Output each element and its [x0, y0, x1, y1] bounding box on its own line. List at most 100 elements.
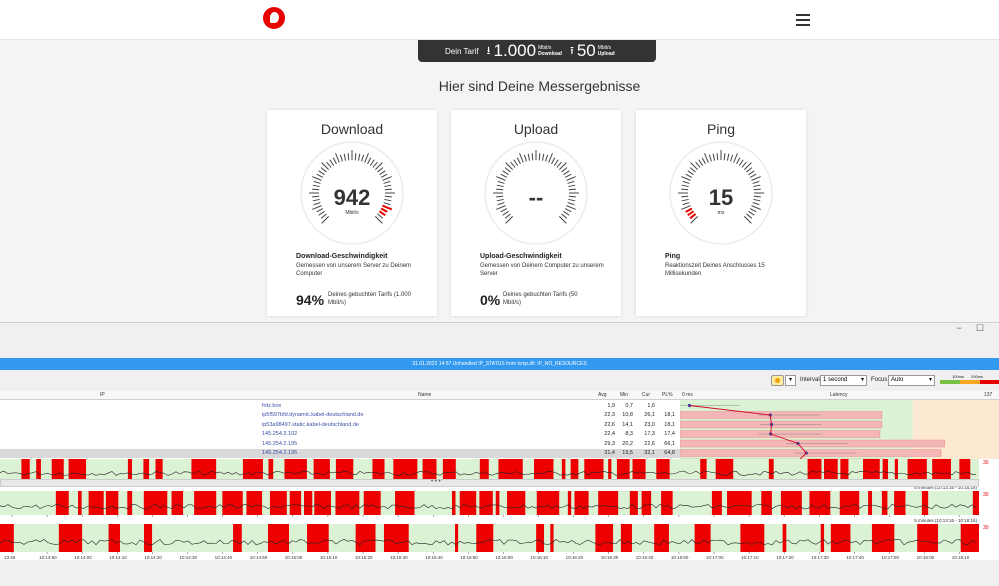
- gauge-tick: [496, 176, 506, 181]
- gauge-tick: [502, 170, 509, 176]
- col-min[interactable]: Min: [620, 392, 628, 398]
- packet-loss-mark: [88, 491, 104, 515]
- interval-select[interactable]: 1 second: [820, 375, 867, 386]
- gauge-tick: [545, 154, 549, 162]
- cell-pl: 64,8: [664, 450, 675, 456]
- tick-label: 10:16:20: [566, 555, 584, 560]
- gauge-tick: [704, 153, 709, 163]
- packet-loss-mark: [476, 524, 494, 552]
- timeline-scale: 30: [979, 525, 999, 553]
- packet-loss-mark: [595, 524, 614, 552]
- pause-button[interactable]: [771, 375, 784, 386]
- gauge-tick: [541, 153, 545, 161]
- gauge-tick: [563, 170, 570, 176]
- cell-cur: 17,3: [644, 431, 655, 437]
- cell-min: 20,2: [622, 440, 633, 447]
- packet-loss-mark: [550, 524, 554, 552]
- chevron-down-icon[interactable]: ▾: [785, 375, 796, 386]
- packet-loss-mark: [143, 459, 150, 481]
- packet-loss-mark: [498, 459, 523, 481]
- card-description: Gemessen von unserem Server zu Deinem Co…: [296, 263, 412, 277]
- packet-loss-mark: [507, 491, 526, 515]
- gauge-tick: [318, 170, 325, 176]
- gauge-tick: [564, 173, 572, 178]
- gauge-tick: [685, 173, 693, 178]
- card-title: Ping: [706, 121, 736, 137]
- tick-label: 10:14:50: [250, 555, 268, 560]
- packet-loss-mark: [881, 491, 888, 515]
- packet-loss-mark: [700, 459, 707, 481]
- packet-loss-mark: [567, 491, 572, 515]
- col-cur[interactable]: Cur: [642, 392, 650, 398]
- gauge-tick: [708, 154, 712, 162]
- packet-loss-mark: [422, 459, 437, 481]
- packet-loss-mark: [171, 491, 184, 515]
- hamburger-menu-icon[interactable]: [796, 14, 810, 26]
- network-monitor-window: − ☐ 31.01.2022 14:57 Unhandled IP_STATUS…: [0, 322, 999, 586]
- packet-loss-mark: [570, 459, 579, 481]
- cell-name: ip53a98497.static.kabel-deutschland.de: [262, 421, 359, 428]
- gauge-tick: [712, 153, 716, 161]
- gauge-tick: [736, 157, 741, 165]
- packet-loss-mark: [289, 491, 302, 515]
- cell-cur: 32,1: [644, 450, 655, 456]
- gauge-tick: [347, 153, 350, 161]
- col-ip[interactable]: IP: [100, 392, 105, 398]
- packet-loss-mark: [284, 459, 307, 481]
- tariff-upload-value: 50: [576, 41, 596, 60]
- tick-label: 10:14:30: [180, 555, 198, 560]
- gauge-tick: [326, 161, 332, 168]
- gauge-tick: [531, 153, 534, 161]
- col-pl[interactable]: PL%: [662, 392, 673, 398]
- card-subtitle: Upload-Geschwindigkeit: [480, 253, 562, 260]
- scale-100-label: 100ms: [952, 374, 965, 379]
- cell-name: 145.254.3.102: [262, 431, 298, 437]
- gauge-tick: [730, 154, 734, 162]
- packet-loss-mark: [313, 459, 330, 481]
- gauge-tick: [748, 170, 755, 176]
- col-name[interactable]: Name: [418, 392, 431, 398]
- packet-loss-mark: [451, 491, 456, 515]
- gauge-value: --: [528, 185, 544, 210]
- site-header: [0, 0, 999, 40]
- tick-label: 10:17:40: [846, 555, 864, 560]
- gauge-tick: [364, 153, 369, 163]
- packet-loss-mark: [894, 491, 906, 515]
- maximize-icon[interactable]: ☐: [973, 323, 987, 335]
- gauge-tick: [567, 180, 575, 184]
- gauge-tick: [695, 161, 701, 168]
- timeline-caption: 5 minutes (10:13:16 - 10:18:16): [914, 518, 977, 523]
- gauge-tick: [716, 153, 719, 161]
- tick-label: 10:16:00: [495, 555, 513, 560]
- download-card: Download 942 Mbit/s Download-Geschwindig…: [267, 110, 437, 316]
- gauge-tick: [500, 173, 508, 178]
- scroll-thumb[interactable]: • • •: [431, 479, 461, 485]
- col-zero: 0 ms: [682, 392, 693, 398]
- packet-loss-mark: [393, 459, 418, 481]
- packet-loss-mark: [242, 459, 263, 481]
- packet-loss-mark: [715, 459, 734, 481]
- packet-loss-mark: [233, 524, 242, 552]
- tick-label: 10:17:20: [776, 555, 794, 560]
- gauge-tick: [516, 157, 521, 165]
- tick-label: 10:18:10: [952, 555, 970, 560]
- tick-label: 10:15:50: [460, 555, 478, 560]
- cell-pl: 17,4: [664, 431, 675, 437]
- tick-label: 10:14:10: [109, 555, 127, 560]
- minimize-icon[interactable]: −: [952, 323, 966, 335]
- packet-loss-mark: [882, 459, 889, 481]
- col-avg[interactable]: Avg: [598, 392, 607, 398]
- cell-pl: 66,1: [664, 440, 675, 447]
- gauge-tick: [681, 176, 691, 181]
- focus-select[interactable]: Auto: [888, 375, 935, 386]
- gauge-tick: [682, 180, 690, 184]
- scale-bad-swatch: [980, 380, 999, 384]
- card-title: Download: [320, 121, 384, 137]
- gauge-tick: [382, 176, 392, 181]
- vodafone-logo-icon[interactable]: [263, 7, 285, 29]
- gauge-unit: ms: [717, 210, 725, 216]
- packet-loss-mark: [78, 491, 82, 515]
- timeline-scrollbar[interactable]: • • •: [0, 479, 979, 487]
- col-latency[interactable]: Latency: [830, 392, 848, 398]
- gauge-tick: [316, 173, 324, 178]
